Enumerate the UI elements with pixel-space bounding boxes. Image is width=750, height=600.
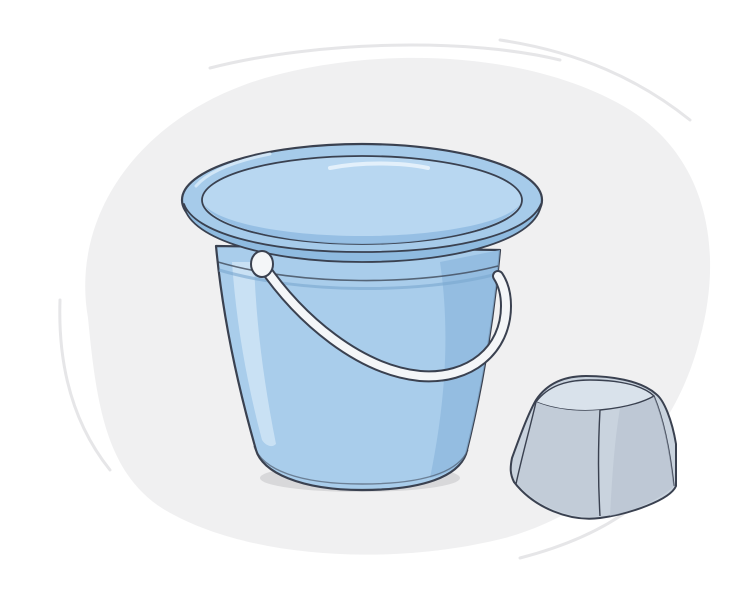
illustration-scene — [0, 0, 750, 600]
bucket-handle-pivot — [250, 250, 274, 278]
bucket-rim-inner — [201, 155, 523, 245]
illustration-canvas — [58, 38, 711, 560]
